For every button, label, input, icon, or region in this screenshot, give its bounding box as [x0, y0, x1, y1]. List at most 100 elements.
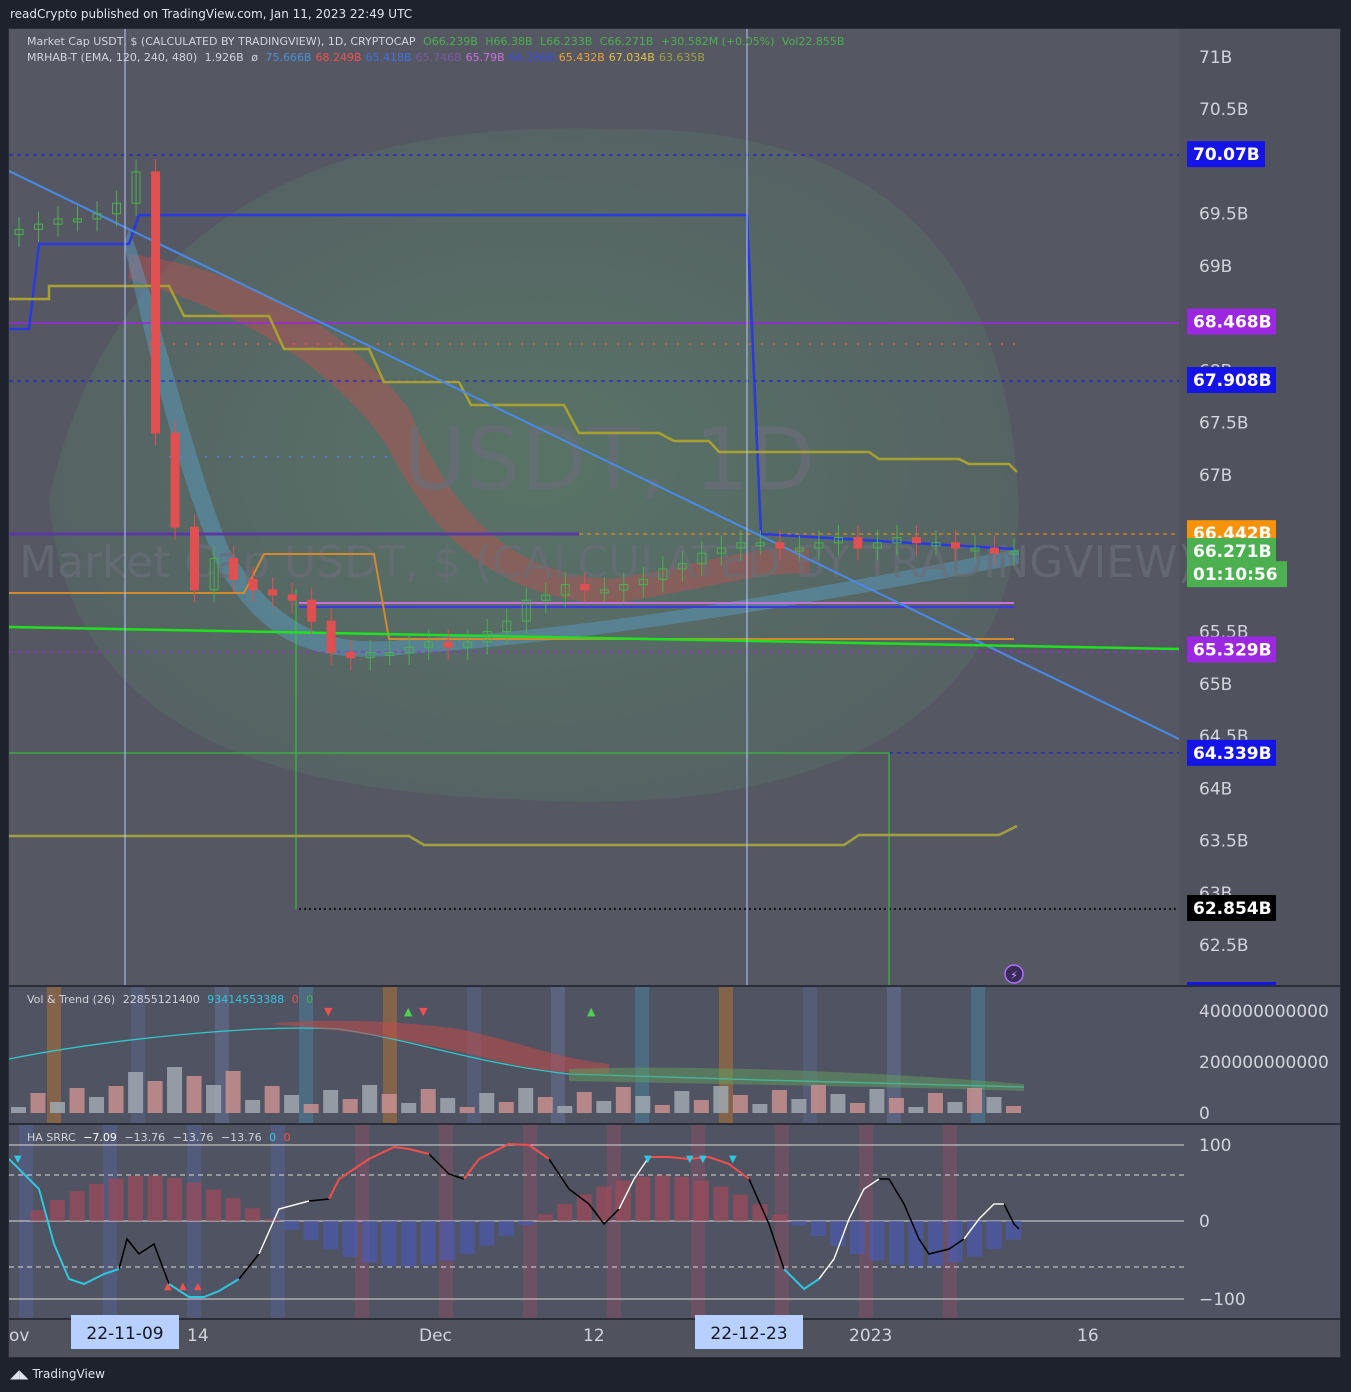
- legend-vol-v1: 22855121400: [122, 993, 200, 1006]
- candle-body: [346, 651, 356, 659]
- time-tick: 16: [1077, 1326, 1099, 1346]
- candle-body: [190, 526, 200, 591]
- volume-bar: [732, 1095, 748, 1113]
- volume-bar: [245, 1100, 261, 1113]
- volume-bar: [323, 1090, 339, 1113]
- srrc-bar: [459, 1221, 475, 1254]
- srrc-bar: [557, 1203, 573, 1221]
- volume-bar: [1006, 1106, 1021, 1113]
- candle-body: [248, 578, 258, 591]
- srrc-bar: [966, 1221, 982, 1257]
- price-tick: 62.5B: [1199, 936, 1249, 956]
- volume-bar: [303, 1104, 319, 1113]
- price-tick: 69B: [1199, 257, 1232, 277]
- tradingview-logo-icon: ◢◣: [10, 1367, 29, 1381]
- price-label: 64.339B: [1193, 744, 1272, 764]
- srrc-bar: [654, 1175, 670, 1221]
- srrc-bar: [89, 1183, 105, 1221]
- srrc-pane[interactable]: [9, 1125, 1340, 1319]
- volume-tick: 400000000000: [1199, 1002, 1329, 1022]
- legend-high: H66.38B: [485, 35, 533, 48]
- volume-bar: [108, 1086, 124, 1113]
- srrc-bar: [479, 1221, 495, 1246]
- legend-mrhab-value: 75.666B: [265, 51, 312, 64]
- price-tick: 71B: [1199, 48, 1232, 68]
- legend-mrhab: MRHAB-T (EMA, 120, 240, 480) 1.926B ø 75…: [27, 51, 709, 64]
- time-axis[interactable]: [9, 1320, 1340, 1357]
- srrc-bar: [537, 1214, 553, 1221]
- price-tick: 69.5B: [1199, 205, 1249, 225]
- volume-bar: [869, 1089, 885, 1113]
- candle-body: [775, 542, 785, 549]
- srrc-bar: [693, 1180, 709, 1221]
- volume-bar: [518, 1088, 534, 1113]
- volume-bar: [479, 1093, 495, 1113]
- volume-bar: [206, 1085, 222, 1113]
- srrc-signal-1: ▼: [14, 1154, 22, 1165]
- chart-svg[interactable]: USDT, 1D Market Cap USDT, $ (CALCULATED …: [9, 29, 1340, 1357]
- srrc-bar: [791, 1221, 807, 1226]
- legend-vol: Vol & Trend (26) 22855121400 93414553388…: [27, 993, 317, 1006]
- legend-srrc: HA SRRC −7.09 −13.76 −13.76 −13.76 0 0: [27, 1131, 295, 1144]
- volume-bar: [69, 1088, 85, 1113]
- volume-bar: [947, 1102, 963, 1113]
- srrc-bar: [713, 1186, 729, 1221]
- volume-bar: [771, 1090, 787, 1113]
- srrc-bar: [69, 1191, 85, 1221]
- volume-bar: [30, 1093, 46, 1113]
- srrc-bar: [245, 1208, 261, 1221]
- time-tick: 14: [187, 1326, 209, 1346]
- srrc-signal-5: ▼: [644, 1154, 652, 1165]
- vol-signal-down-1: ▼: [324, 1005, 333, 1018]
- chart-frame[interactable]: USDT, 1D Market Cap USDT, $ (CALCULATED …: [8, 28, 1341, 1358]
- vol-signal-down-2: ▼: [419, 1005, 428, 1018]
- srrc-bar: [986, 1221, 1002, 1250]
- volume-bar: [810, 1085, 826, 1113]
- volume-bar: [420, 1089, 436, 1113]
- footer-brand: TradingView: [32, 1367, 105, 1381]
- legend-mrhab-sep: ø: [251, 51, 258, 64]
- srrc-bar: [927, 1221, 943, 1266]
- srrc-signal-3: ▲: [179, 1281, 187, 1292]
- srrc-bar: [908, 1221, 924, 1267]
- legend-mrhab-value: 66.286B: [508, 51, 555, 64]
- vol-signal-up-1: ▲: [404, 1005, 413, 1018]
- price-tick: 63.5B: [1199, 832, 1249, 852]
- srrc-stripe: [775, 1125, 789, 1319]
- candle-body: [911, 537, 921, 544]
- legend-srrc-name: HA SRRC: [27, 1131, 76, 1144]
- srrc-bar: [849, 1221, 865, 1255]
- volume-bar: [11, 1107, 26, 1113]
- srrc-bar: [576, 1194, 592, 1221]
- srrc-tick: −100: [1199, 1290, 1246, 1310]
- volume-bar: [908, 1107, 924, 1113]
- legend-vol-name: Vol & Trend (26): [27, 993, 116, 1006]
- legend-mrhab-value: 63.635B: [658, 51, 705, 64]
- srrc-bar: [401, 1221, 417, 1267]
- price-label: 68.468B: [1193, 313, 1272, 333]
- srrc-signal-2: ▲: [164, 1281, 172, 1292]
- volume-bar: [615, 1087, 631, 1113]
- volume-bar: [342, 1099, 358, 1113]
- legend-srrc-v2: −13.76: [124, 1131, 166, 1144]
- legend-mrhab-v1: 1.926B: [204, 51, 244, 64]
- volume-tick: 200000000000: [1199, 1053, 1329, 1073]
- srrc-stripe: [607, 1125, 621, 1319]
- time-highlight: 22-12-23: [710, 1324, 787, 1344]
- srrc-bar: [206, 1189, 222, 1221]
- srrc-bar: [732, 1194, 748, 1221]
- srrc-bar: [50, 1200, 66, 1221]
- legend-low: L66.233B: [540, 35, 593, 48]
- volume-bar: [225, 1071, 241, 1113]
- vol-stripe: [299, 987, 313, 1124]
- legend-change: +30.582M (+0.05%): [660, 35, 775, 48]
- volume-bar: [693, 1100, 709, 1113]
- volume-bar: [381, 1094, 397, 1113]
- volume-bar: [596, 1101, 612, 1113]
- legend-vol-v4: 0: [306, 993, 314, 1006]
- time-tick: 2023: [849, 1326, 892, 1346]
- legend-mrhab-name: MRHAB-T (EMA, 120, 240, 480): [27, 51, 198, 64]
- candle-body: [229, 557, 239, 580]
- volume-bar: [888, 1098, 904, 1113]
- srrc-bar: [30, 1210, 46, 1221]
